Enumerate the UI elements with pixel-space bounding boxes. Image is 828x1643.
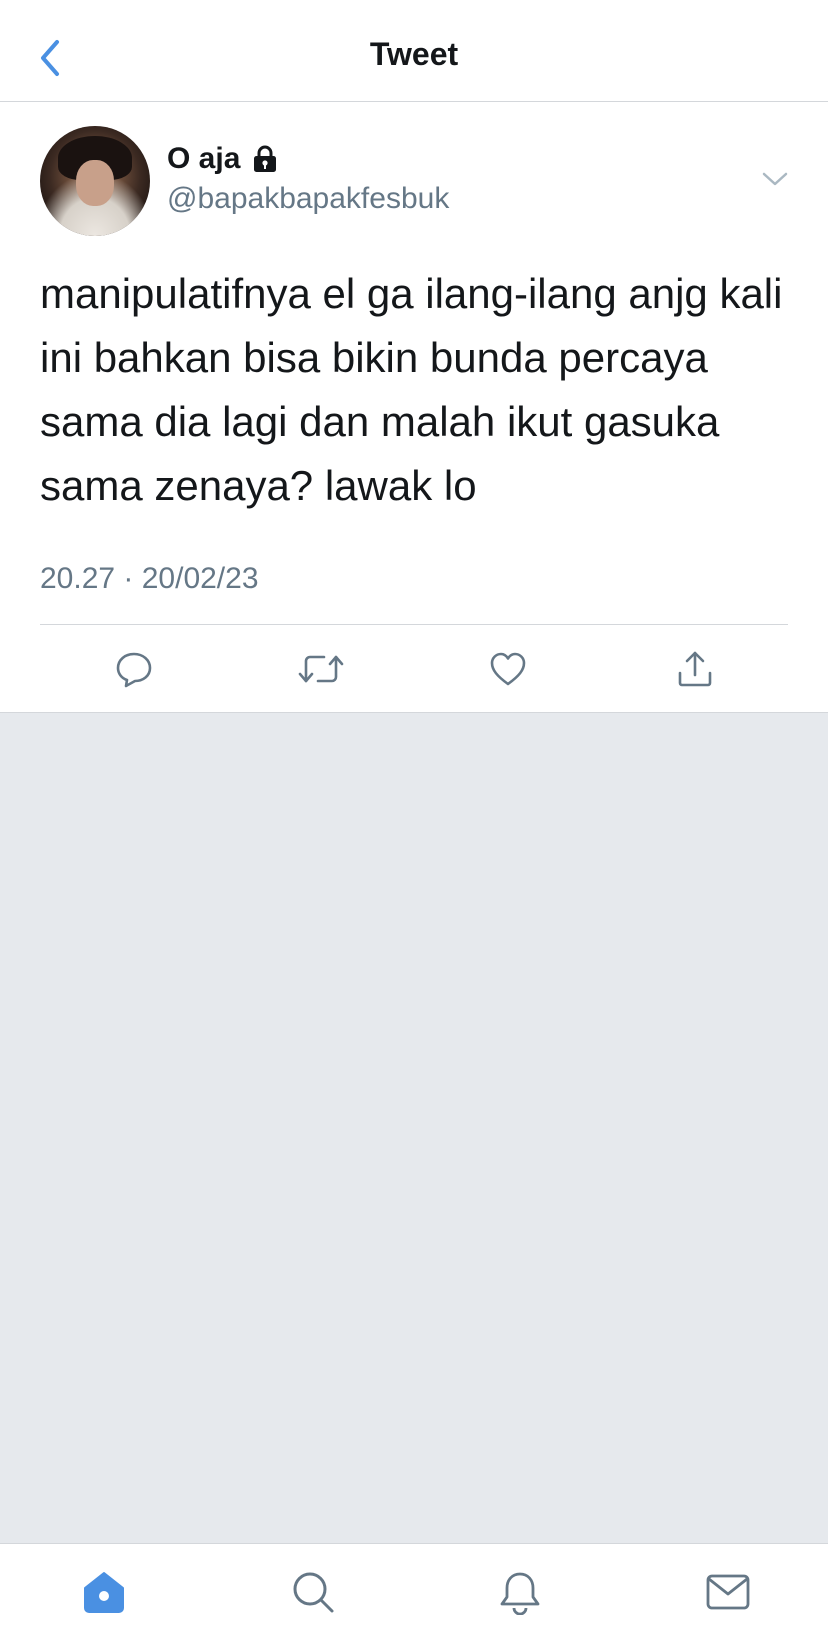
- tweet-text: manipulatifnya el ga ilang-ilang anjg ka…: [40, 270, 783, 509]
- like-icon: [490, 652, 526, 686]
- search-icon: [293, 1572, 334, 1613]
- tweet-detail: O aja @bapakbapakfesbuk manipulatifnya e…: [0, 102, 828, 713]
- author-name[interactable]: O aja: [167, 142, 240, 176]
- lock-icon: [254, 145, 277, 172]
- notifications-icon: [500, 1572, 540, 1615]
- tab-notifications[interactable]: [494, 1566, 546, 1618]
- top-navigation-bar: Tweet: [0, 0, 828, 102]
- author-row: O aja: [167, 142, 280, 176]
- tweet-menu-button[interactable]: [758, 162, 792, 196]
- like-button[interactable]: [484, 645, 532, 693]
- retweet-icon: [298, 655, 344, 683]
- retweet-button[interactable]: [297, 645, 345, 693]
- tweet-actions: [0, 625, 828, 713]
- bottom-tab-bar: [0, 1543, 828, 1643]
- empty-area: [0, 713, 828, 1543]
- tab-home[interactable]: [78, 1566, 130, 1618]
- page-title: Tweet: [369, 36, 459, 72]
- home-icon: [84, 1572, 124, 1613]
- messages-icon: [706, 1574, 750, 1610]
- chevron-down-icon: [762, 172, 788, 186]
- share-button[interactable]: [671, 645, 719, 693]
- avatar[interactable]: [40, 126, 150, 236]
- tweet-timestamp: 20.27 · 20/02/23: [40, 562, 259, 595]
- tab-search[interactable]: [287, 1566, 339, 1618]
- share-icon: [678, 651, 712, 687]
- reply-button[interactable]: [110, 645, 158, 693]
- tab-messages[interactable]: [702, 1566, 754, 1618]
- reply-icon: [116, 652, 152, 688]
- author-handle[interactable]: @bapakbapakfesbuk: [167, 182, 449, 216]
